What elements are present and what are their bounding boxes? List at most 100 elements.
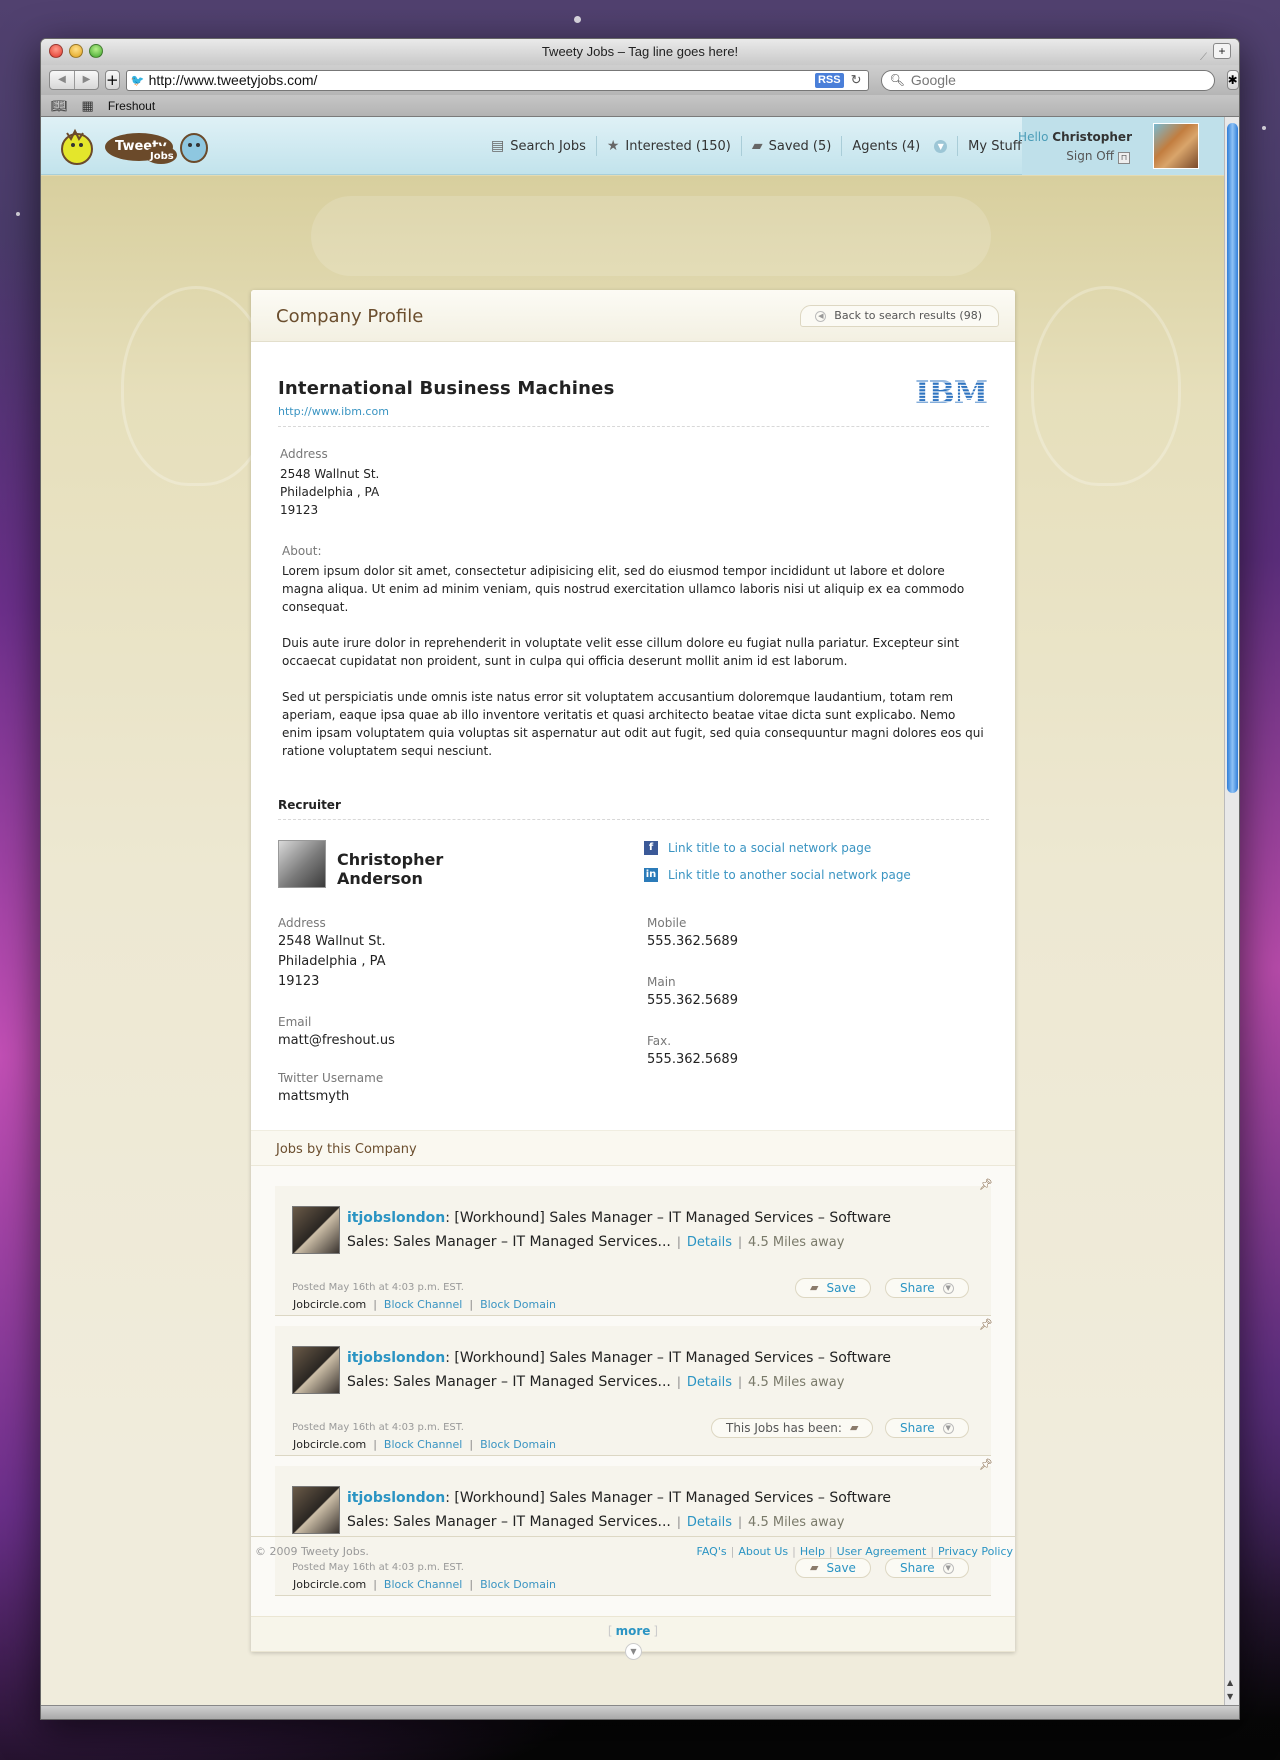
job-handle-link[interactable]: itjobslondon <box>347 1350 445 1366</box>
save-button[interactable]: ▰ Save <box>795 1558 871 1578</box>
close-window-button[interactable] <box>49 44 63 58</box>
user-name[interactable]: Christopher <box>1052 130 1132 144</box>
block-channel-link[interactable]: Block Channel <box>384 1578 462 1591</box>
save-button[interactable]: ▰ Save <box>795 1278 871 1298</box>
address-line: Philadelphia , PA <box>278 954 386 969</box>
hello-text: Hello <box>1018 130 1049 144</box>
details-link[interactable]: Details <box>687 1515 732 1530</box>
footer-link-agreement[interactable]: User Agreement <box>837 1545 927 1558</box>
footer-link-privacy[interactable]: Privacy Policy <box>938 1545 1013 1558</box>
company-url-link[interactable]: http://www.ibm.com <box>278 405 989 418</box>
newspaper-icon: ▤ <box>491 138 505 154</box>
job-item: 📌︎ itjobslondon: [Workhound] Sales Manag… <box>275 1458 993 1596</box>
nav-saved[interactable]: ▰ Saved (5) <box>740 136 842 156</box>
nav-interested[interactable]: ★ Interested (150) <box>595 136 741 156</box>
tweety-jobs-logo[interactable]: Tweety Jobs <box>49 123 219 169</box>
email-label: Email <box>278 1015 312 1029</box>
share-button[interactable]: Share ▼ <box>885 1558 969 1578</box>
job-text: itjobslondon: [Workhound] Sales Manager … <box>347 1346 907 1395</box>
sign-off-link[interactable]: Sign Off ⊓ <box>1066 149 1130 164</box>
window-controls <box>49 44 103 58</box>
block-channel-link[interactable]: Block Channel <box>384 1298 462 1311</box>
footer-links: FAQ's | About Us | Help | User Agreement | Priva… <box>697 1545 1013 1558</box>
chevron-left-icon: ◀ <box>815 310 827 322</box>
separator: | <box>676 1375 681 1389</box>
nav-search-jobs[interactable]: ▤ Search Jobs <box>481 136 596 156</box>
job-item: 📌︎ itjobslondon: [Workhound] Sales Manag… <box>275 1318 993 1456</box>
recruiter-avatar[interactable] <box>278 840 326 888</box>
email-link[interactable]: matt@freshout.us <box>278 1033 395 1048</box>
chevron-down-icon[interactable]: ▼ <box>934 139 948 153</box>
footer-link-faq[interactable]: FAQ's <box>697 1545 727 1558</box>
pin-icon[interactable]: 📌︎ <box>979 1458 993 1471</box>
search-field[interactable]: 🔍︎ Google <box>880 69 1215 91</box>
job-item: 📌︎ itjobslondon: [Workhound] Sales Manag… <box>275 1178 993 1316</box>
share-label: Share <box>900 1561 935 1575</box>
forward-arrow-icon[interactable]: ▶ <box>74 71 98 89</box>
svg-text:IBM: IBM <box>915 376 987 406</box>
job-posted: Posted May 16th at 4:03 p.m. EST. <box>292 1282 464 1293</box>
page-viewport: Tweety Jobs ▤ Search Jobs ★ Interested (… <box>41 117 1225 1707</box>
details-link[interactable]: Details <box>687 1235 732 1250</box>
url-text[interactable]: http://www.tweetyjobs.com/ <box>149 72 318 88</box>
more-link[interactable]: [more] <box>251 1624 1015 1638</box>
footer-link-about[interactable]: About Us <box>738 1545 788 1558</box>
block-domain-link[interactable]: Block Domain <box>480 1438 556 1451</box>
sign-off-label: Sign Off <box>1066 149 1114 163</box>
job-posted: Posted May 16th at 4:03 p.m. EST. <box>292 1422 464 1433</box>
about-paragraph: Sed ut perspiciatis unde omnis iste natu… <box>282 690 984 758</box>
about-label: About: <box>282 544 322 558</box>
address-line: 2548 Wallnut St. <box>278 934 386 949</box>
pin-icon[interactable]: 📌︎ <box>979 1318 993 1331</box>
chevron-down-icon[interactable]: ▼ <box>625 1643 642 1660</box>
search-placeholder: Google <box>910 72 956 88</box>
nav-agents[interactable]: Agents (4) ▼ <box>841 136 957 156</box>
resize-grip-icon: ⟋ <box>1200 52 1207 63</box>
box-icon: ▰ <box>849 1421 859 1434</box>
back-arrow-icon[interactable]: ◀ <box>50 71 74 89</box>
scroll-up-icon[interactable]: ▲ <box>1227 1678 1233 1687</box>
rss-badge[interactable]: RSS <box>814 72 844 88</box>
address-bar[interactable]: 🐦 http://www.tweetyjobs.com/ RSS ↻ <box>125 69 869 91</box>
mobile-label: Mobile <box>647 916 687 930</box>
back-to-results-button[interactable]: ◀ Back to search results (98) <box>800 305 999 327</box>
share-button[interactable]: Share ▼ <box>885 1278 969 1298</box>
more-label: more <box>615 1624 651 1638</box>
social-link-facebook[interactable]: f Link title to a social network page <box>644 841 871 855</box>
vertical-scrollbar[interactable]: ▲ ▼ <box>1224 117 1239 1707</box>
job-avatar[interactable] <box>292 1346 340 1394</box>
scrollbar-thumb[interactable] <box>1227 123 1238 793</box>
share-button[interactable]: Share ▼ <box>885 1418 969 1438</box>
job-handle-link[interactable]: itjobslondon <box>347 1490 445 1506</box>
twitter-link[interactable]: mattsmyth <box>278 1087 383 1107</box>
avatar[interactable] <box>1153 123 1199 169</box>
details-link[interactable]: Details <box>687 1375 732 1390</box>
social-link-linkedin[interactable]: in Link title to another social network … <box>644 868 911 882</box>
bookmark-freshout[interactable]: Freshout <box>108 99 155 113</box>
block-domain-link[interactable]: Block Domain <box>480 1298 556 1311</box>
job-avatar[interactable] <box>292 1486 340 1534</box>
pin-icon[interactable]: 📌︎ <box>979 1178 993 1191</box>
chevron-down-icon: ▼ <box>942 1422 954 1434</box>
browser-window: Tweety Jobs – Tag line goes here! ⟋ + ◀ … <box>40 38 1240 1720</box>
recruiter-heading: Recruiter <box>278 798 341 812</box>
minimize-window-button[interactable] <box>69 44 83 58</box>
recruiter-section: Christopher Anderson f Link title to a s… <box>278 820 989 1130</box>
block-channel-link[interactable]: Block Channel <box>384 1438 462 1451</box>
footer-link-help[interactable]: Help <box>800 1545 825 1558</box>
company-section: International Business Machines http://w… <box>251 342 1015 1130</box>
job-avatar[interactable] <box>292 1206 340 1254</box>
book-icon[interactable]: 📖︎ <box>51 98 68 114</box>
scroll-down-icon[interactable]: ▼ <box>1227 1692 1233 1701</box>
chevron-down-icon: ▼ <box>942 1282 954 1294</box>
add-bookmark-button[interactable]: + <box>105 70 120 90</box>
separator: | <box>469 1298 474 1311</box>
grid-icon[interactable]: ▦ <box>82 98 94 114</box>
reload-icon[interactable]: ↻ <box>851 72 862 88</box>
block-domain-link[interactable]: Block Domain <box>480 1578 556 1591</box>
job-handle-link[interactable]: itjobslondon <box>347 1210 445 1226</box>
toolbar-toggle-button[interactable]: + <box>1213 43 1231 59</box>
bug-report-button[interactable]: ✱ <box>1226 70 1239 90</box>
job-posted: Posted May 16th at 4:03 p.m. EST. <box>292 1562 464 1573</box>
zoom-window-button[interactable] <box>89 44 103 58</box>
